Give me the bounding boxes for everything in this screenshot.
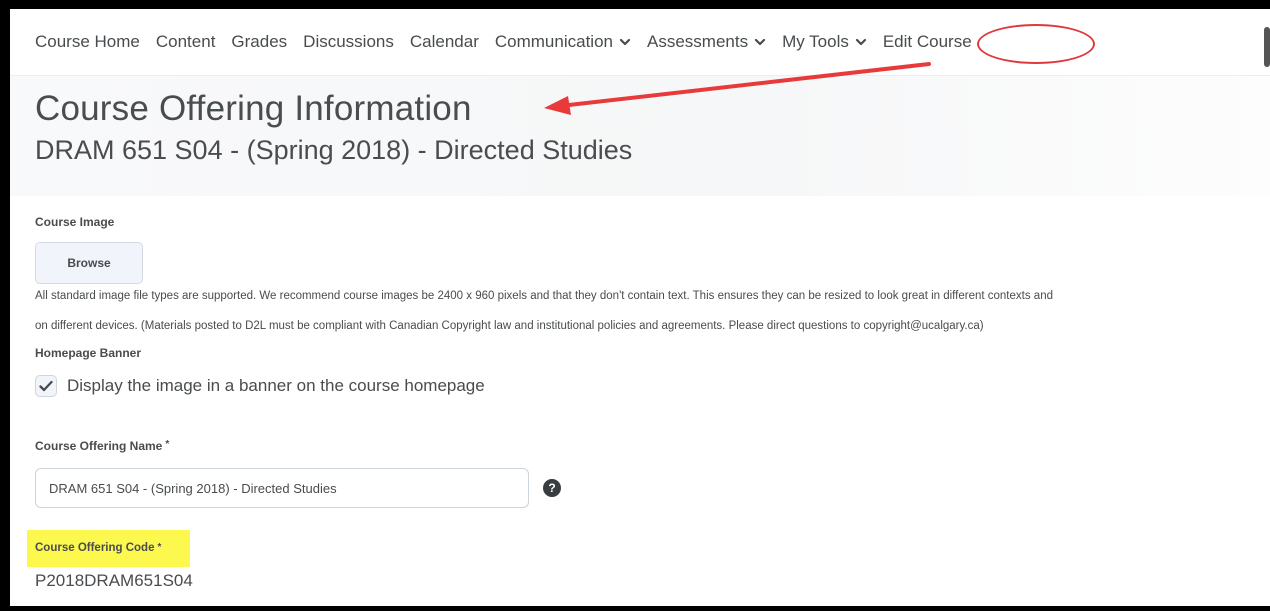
offering-code-label: Course Offering Code * <box>35 542 161 554</box>
nav-label: Course Home <box>35 32 140 51</box>
browse-button[interactable]: Browse <box>35 242 143 284</box>
question-circle-icon[interactable]: ? <box>543 479 561 497</box>
offering-name-input[interactable]: DRAM 651 S04 - (Spring 2018) - Directed … <box>35 468 529 508</box>
offering-code-value: P2018DRAM651S04 <box>35 571 193 590</box>
homepage-banner-label: Homepage Banner <box>35 346 142 360</box>
chevron-down-icon <box>619 38 631 46</box>
offering-name-label: Course Offering Name * <box>35 439 169 453</box>
nav-label: Edit Course <box>882 32 972 51</box>
nav-label: Content <box>155 32 216 51</box>
chevron-down-icon <box>754 38 766 46</box>
nav-label: Discussions <box>303 32 394 51</box>
required-asterisk: * <box>165 439 170 450</box>
nav-assessments[interactable]: Assessments <box>647 32 766 52</box>
nav-grades[interactable]: Grades <box>231 32 287 52</box>
nav-label: Grades <box>231 32 288 51</box>
nav-label: My Tools <box>782 32 849 51</box>
course-image-help-line-1: All standard image file types are suppor… <box>35 290 1053 302</box>
course-image-label: Course Image <box>35 215 115 229</box>
nav-calendar[interactable]: Calendar <box>410 32 479 52</box>
nav-list: Course Home Content Grades Discussions C… <box>35 32 988 52</box>
course-navbar: Course Home Content Grades Discussions C… <box>10 9 1270 76</box>
required-asterisk: * <box>157 542 162 553</box>
nav-label: Assessments <box>646 32 749 51</box>
banner-checkbox[interactable] <box>35 375 57 397</box>
nav-edit-course[interactable]: Edit Course <box>883 32 972 52</box>
page-subtitle: DRAM 651 S04 - (Spring 2018) - Directed … <box>35 135 633 165</box>
offering-code-label-text: Course Offering Code <box>35 542 155 554</box>
app-frame: Course Home Content Grades Discussions C… <box>10 9 1270 606</box>
checkmark-icon <box>39 380 53 392</box>
page-title: Course Offering Information <box>35 89 472 128</box>
course-image-help-line-2: on different devices. (Materials posted … <box>35 320 984 332</box>
nav-my-tools[interactable]: My Tools <box>782 32 867 52</box>
edit-course-circle-annotation <box>977 24 1095 64</box>
nav-label: Calendar <box>409 32 479 51</box>
nav-course-home[interactable]: Course Home <box>35 32 140 52</box>
offering-name-label-text: Course Offering Name <box>35 439 163 453</box>
nav-label: Communication <box>494 32 613 51</box>
nav-communication[interactable]: Communication <box>495 32 631 52</box>
chevron-down-icon <box>855 38 866 46</box>
nav-discussions[interactable]: Discussions <box>303 32 394 52</box>
nav-content[interactable]: Content <box>156 32 216 52</box>
banner-checkbox-label[interactable]: Display the image in a banner on the cou… <box>67 376 485 396</box>
scrollbar[interactable] <box>1264 27 1270 67</box>
